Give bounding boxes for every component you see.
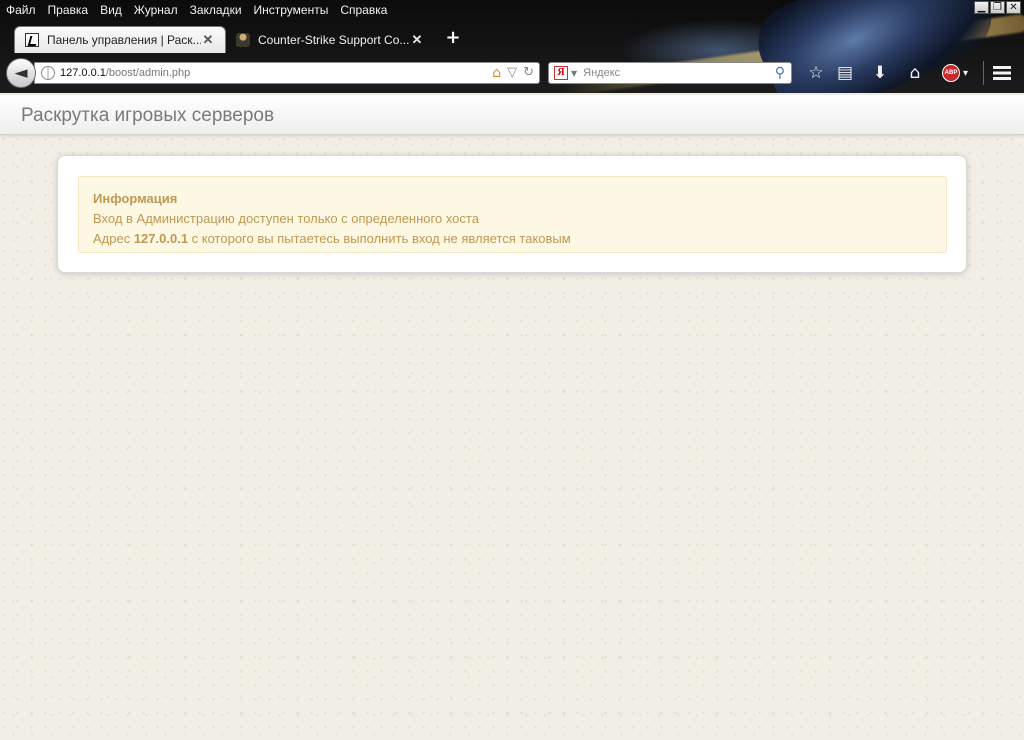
maximize-button[interactable]: ❐ <box>990 1 1005 14</box>
globe-icon <box>41 66 55 80</box>
reader-list-icon[interactable]: ▤ <box>834 62 856 84</box>
menu-file[interactable]: Файл <box>6 2 36 19</box>
url-host: 127.0.0.1 <box>60 67 106 79</box>
bookmark-icon[interactable]: ☆ <box>805 62 827 84</box>
cs-favicon-icon <box>25 33 39 47</box>
menu-edit[interactable]: Правка <box>48 2 89 19</box>
new-tab-button[interactable]: + <box>443 28 463 48</box>
alert-line2-prefix: Адрес <box>93 231 134 246</box>
alert-ip-address: 127.0.0.1 <box>133 231 189 246</box>
menubar: Файл Правка Вид Журнал Закладки Инструме… <box>0 2 393 19</box>
search-engine-dropdown-icon[interactable]: ▼ <box>571 69 577 78</box>
menu-history[interactable]: Журнал <box>134 2 178 19</box>
search-input[interactable]: Яндекс <box>583 67 775 79</box>
site-header: Раскрутка игровых серверов <box>0 95 1024 135</box>
soldier-favicon-icon <box>236 32 250 47</box>
tab-admin-panel[interactable]: Панель управления | Раск... ✕ <box>14 26 226 53</box>
download-icon[interactable]: ⬇ <box>869 62 891 84</box>
yandex-logo-icon[interactable]: Я <box>554 66 568 80</box>
site-brand[interactable]: Раскрутка игровых серверов <box>21 105 274 127</box>
minimize-button[interactable]: ▁ <box>974 1 989 14</box>
tab-label: Counter-Strike Support Co... <box>258 32 410 47</box>
home-icon[interactable]: ⌂ <box>492 66 501 80</box>
alert-message-line2: Адрес 127.0.0.1 с которого вы пытаетесь … <box>93 229 932 249</box>
url-bar[interactable]: 127.0.0.1/boost/admin.php ⌂ ▽ ↻ <box>34 62 540 84</box>
back-button[interactable]: ◄ <box>6 58 36 88</box>
bookmark-star-icon[interactable]: ▽ <box>507 66 517 80</box>
search-icon[interactable]: ⚲ <box>775 65 785 81</box>
alert-line2-suffix: с которого вы пытаетесь выполнить вход н… <box>188 231 571 246</box>
close-tab-icon[interactable]: ✕ <box>201 32 215 48</box>
adblock-icon: ABP <box>942 64 960 82</box>
info-alert: Информация Вход в Администрацию доступен… <box>78 176 947 253</box>
menu-help[interactable]: Справка <box>340 2 387 19</box>
reload-icon[interactable]: ↻ <box>523 66 534 80</box>
close-tab-icon[interactable]: ✕ <box>410 32 424 48</box>
adblock-button[interactable]: ABP ▾ <box>942 62 974 84</box>
content-card: Информация Вход в Администрацию доступен… <box>57 155 967 273</box>
adblock-dropdown-icon[interactable]: ▾ <box>963 68 968 79</box>
menu-view[interactable]: Вид <box>100 2 122 19</box>
page-content: Раскрутка игровых серверов Информация Вх… <box>0 93 1024 740</box>
alert-title: Информация <box>93 191 178 206</box>
menu-bookmarks[interactable]: Закладки <box>190 2 242 19</box>
toolbar-divider <box>983 61 984 85</box>
close-window-button[interactable]: ✕ <box>1006 1 1021 14</box>
navigation-toolbar: 127.0.0.1/boost/admin.php ⌂ ▽ ↻ ◄ Я ▼ Ян… <box>0 57 1024 90</box>
search-bar[interactable]: Я ▼ Яндекс ⚲ <box>548 62 792 84</box>
url-bar-icons: ⌂ ▽ ↻ <box>492 66 534 81</box>
tab-strip: Панель управления | Раск... ✕ Counter-St… <box>0 24 1024 54</box>
tab-cs-support[interactable]: Counter-Strike Support Co... ✕ <box>226 26 434 53</box>
tab-label: Панель управления | Раск... <box>47 33 201 47</box>
url-path: /boost/admin.php <box>105 67 191 79</box>
window-controls: ▁ ❐ ✕ <box>974 1 1021 14</box>
alert-message-line1: Вход в Администрацию доступен только с о… <box>93 211 479 226</box>
menu-tools[interactable]: Инструменты <box>254 2 329 19</box>
home-toolbar-icon[interactable]: ⌂ <box>904 62 926 84</box>
menu-hamburger-icon[interactable] <box>993 66 1011 80</box>
url-text[interactable]: 127.0.0.1/boost/admin.php <box>60 67 492 79</box>
browser-chrome: Файл Правка Вид Журнал Закладки Инструме… <box>0 0 1024 93</box>
